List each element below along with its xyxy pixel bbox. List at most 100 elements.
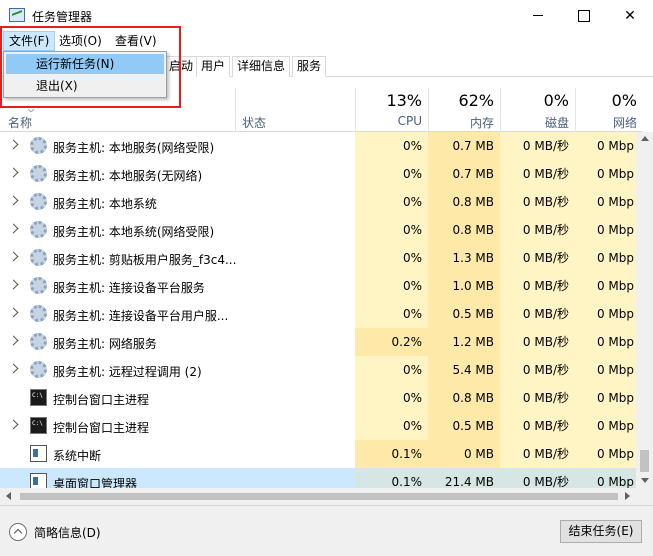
close-button[interactable]: ✕ — [607, 0, 653, 31]
process-name: 服务主机: 本地系统 — [53, 197, 157, 211]
process-row[interactable]: 控制台窗口主进程 0%0.5 MB0 MB/秒0 Mbp — [0, 412, 636, 440]
memory-cell: 0.7 MB — [428, 160, 500, 188]
expand-chevron-icon[interactable] — [8, 139, 19, 150]
cpu-cell: 0.1% — [355, 440, 428, 468]
scroll-down-arrow-icon[interactable] — [641, 478, 649, 483]
task-manager-app-icon — [9, 8, 25, 22]
process-row[interactable]: 服务主机: 剪贴板用户服务_f3c4... 0% 1.3 MB 0 MB/秒 0 Mbp — [0, 244, 636, 272]
window-icon — [30, 445, 47, 462]
process-row[interactable]: 服务主机: 本地服务(网络受限) 0% 0.7 MB 0 MB/秒 0 Mbp — [0, 132, 636, 160]
disk-cell: 0 MB/秒 — [500, 440, 575, 468]
title-bar: 任务管理器 ✕ — [0, 0, 653, 31]
network-cell: 0 Mbp — [575, 216, 636, 244]
end-task-button[interactable]: 结束任务(E) — [560, 520, 642, 543]
vertical-scroll-thumb[interactable] — [640, 450, 649, 472]
tab-services[interactable]: 服务 — [292, 56, 327, 77]
memory-cell: 21.4 MB — [428, 468, 500, 488]
menu-item-exit[interactable]: 退出(X) — [6, 76, 164, 96]
memory-cell: 0.8 MB — [428, 216, 500, 244]
scroll-right-arrow-icon[interactable] — [625, 492, 630, 500]
minimize-button[interactable] — [515, 0, 561, 31]
cpu-cell: 0% — [355, 384, 428, 412]
scrollbar-corner — [636, 488, 653, 505]
column-cpu-header[interactable]: 13% CPU — [355, 88, 428, 132]
network-cell: 0 Mbp — [575, 328, 636, 356]
expand-chevron-icon[interactable] — [8, 335, 19, 346]
network-cell: 0 Mbp — [575, 160, 636, 188]
cpu-cell: 0% — [355, 132, 428, 160]
cpu-cell: 0% — [355, 272, 428, 300]
cpu-cell: 0% — [355, 160, 428, 188]
expand-chevron-icon[interactable] — [8, 251, 19, 262]
expand-chevron-icon[interactable] — [8, 419, 19, 430]
memory-cell: 1.2 MB — [428, 328, 500, 356]
menu-view[interactable]: 查看(V) — [110, 31, 162, 51]
process-row[interactable]: 系统中断 0.1% 0 MB 0 MB/秒 0 Mbp — [0, 440, 636, 468]
footer-bar: 简略信息(D) 结束任务(E) — [0, 505, 653, 556]
network-label: 网络 — [612, 116, 637, 130]
process-name: 服务主机: 远程过程调用 (2) — [53, 365, 202, 379]
menu-file[interactable]: 文件(F) — [3, 31, 56, 51]
column-network-header[interactable]: 0% 网络 — [575, 88, 643, 132]
memory-cell: 0.8 MB — [428, 188, 500, 216]
cpu-cell: 0% — [355, 300, 428, 328]
collapse-chevron-icon[interactable] — [9, 523, 27, 541]
network-cell: 0 Mbp — [575, 132, 636, 160]
gear-icon — [30, 305, 47, 322]
column-name-header[interactable]: 名称 — [8, 114, 32, 131]
cpu-label: CPU — [397, 114, 422, 128]
scroll-up-arrow-icon[interactable] — [641, 136, 649, 141]
process-name: 服务主机: 连接设备平台服务 — [53, 281, 205, 295]
process-row[interactable]: 服务主机: 连接设备平台用户服... 0% 0.5 MB 0 MB/秒 0 Mbp — [0, 300, 636, 328]
menu-bar: 文件(F) 选项(O) 查看(V) — [0, 31, 653, 51]
disk-cell: 0 MB/秒 — [500, 328, 575, 356]
column-separator[interactable] — [235, 88, 236, 132]
maximize-button[interactable] — [561, 0, 607, 31]
expand-chevron-icon[interactable] — [8, 279, 19, 290]
disk-label: 磁盘 — [544, 116, 569, 130]
fewer-details-link[interactable]: 简略信息(D) — [34, 524, 101, 541]
network-cell: 0 Mbp — [575, 272, 636, 300]
menu-item-run-new-task[interactable]: 运行新任务(N) — [6, 54, 164, 74]
horizontal-scrollbar[interactable] — [0, 488, 636, 505]
gear-icon — [30, 249, 47, 266]
process-row[interactable]: 服务主机: 本地服务(无网络) 0% 0.7 MB 0 MB/秒 0 Mbp — [0, 160, 636, 188]
cpu-cell: 0% — [355, 216, 428, 244]
process-row[interactable]: 服务主机: 本地系统(网络受限) 0% 0.8 MB 0 MB/秒 0 Mbp — [0, 216, 636, 244]
tab-details[interactable]: 详细信息 — [232, 56, 291, 77]
process-row[interactable]: 服务主机: 网络服务 0.2% 1.2 MB 0 MB/秒 0 Mbp — [0, 328, 636, 356]
vertical-scrollbar[interactable] — [636, 132, 653, 488]
expand-chevron-icon[interactable] — [8, 195, 19, 206]
cpu-cell: 0% — [355, 244, 428, 272]
disk-total-percent: 0% — [543, 91, 569, 110]
process-row[interactable]: 服务主机: 连接设备平台服务 0% 1.0 MB 0 MB/秒 0 Mbp — [0, 272, 636, 300]
process-name: 服务主机: 连接设备平台用户服... — [53, 309, 229, 323]
tab-users[interactable]: 用户 — [196, 56, 231, 77]
process-row[interactable]: 桌面窗口管理器 0.1% 21.4 MB 0 MB/秒 0 Mbp — [0, 468, 636, 488]
expand-chevron-icon[interactable] — [8, 363, 19, 374]
scroll-left-arrow-icon[interactable] — [6, 492, 11, 500]
expand-chevron-icon[interactable] — [8, 167, 19, 178]
column-disk-header[interactable]: 0% 磁盘 — [500, 88, 575, 132]
expand-chevron-icon[interactable] — [8, 307, 19, 318]
column-status-header[interactable]: 状态 — [242, 114, 266, 131]
process-name: 服务主机: 本地系统(网络受限) — [53, 225, 215, 239]
menu-options[interactable]: 选项(O) — [54, 31, 107, 51]
memory-cell: 5.4 MB — [428, 356, 500, 384]
memory-cell: 0.5 MB — [428, 412, 500, 440]
process-name: 控制台窗口主进程 — [53, 421, 150, 435]
column-memory-header[interactable]: 62% 内存 — [428, 88, 500, 132]
horizontal-scroll-thumb[interactable] — [20, 493, 618, 500]
memory-cell: 0.8 MB — [428, 384, 500, 412]
process-row[interactable]: 控制台窗口主进程 0%0.8 MB0 MB/秒0 Mbp — [0, 384, 636, 412]
network-cell: 0 Mbp — [575, 356, 636, 384]
cpu-total-percent: 13% — [386, 91, 422, 110]
process-name: 控制台窗口主进程 — [53, 393, 150, 407]
expand-chevron-icon[interactable] — [8, 223, 19, 234]
process-row[interactable]: 服务主机: 本地系统 0% 0.8 MB 0 MB/秒 0 Mbp — [0, 188, 636, 216]
process-name: 服务主机: 本地服务(无网络) — [53, 169, 203, 183]
tab-startup[interactable]: 启动 — [164, 56, 199, 77]
disk-cell: 0 MB/秒 — [500, 160, 575, 188]
cpu-cell: 0% — [355, 188, 428, 216]
process-row[interactable]: 服务主机: 远程过程调用 (2) 0% 5.4 MB 0 MB/秒 0 Mbp — [0, 356, 636, 384]
